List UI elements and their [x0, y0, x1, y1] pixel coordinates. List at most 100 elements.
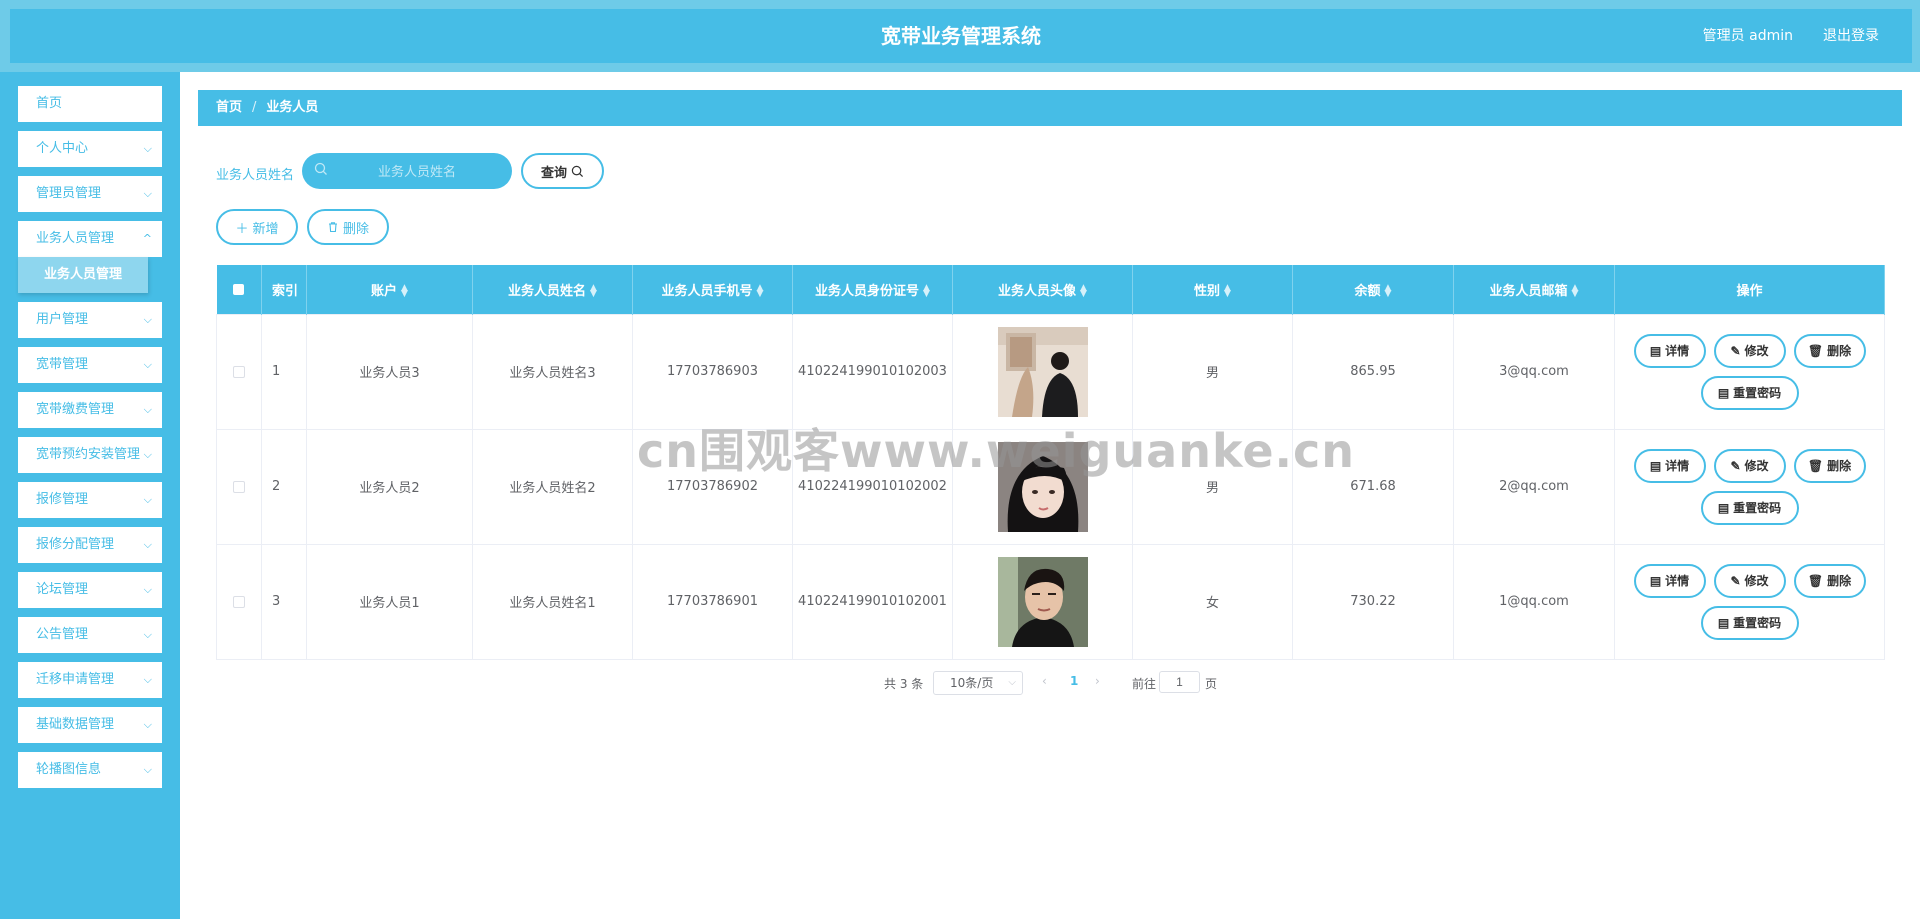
admin-label: 管理员 admin	[1702, 28, 1793, 44]
sidebar-item-carousel-info[interactable]: 轮播图信息 ⌵	[18, 752, 162, 788]
reset-password-button-label: 重置密码	[1733, 501, 1782, 515]
page-size-select[interactable]: 10条/页 ⌵	[933, 671, 1023, 695]
search-label: 业务人员姓名	[216, 168, 295, 183]
chevron-down-icon: ⌵	[143, 358, 152, 371]
row-checkbox[interactable]	[233, 365, 245, 378]
cell-balance: 865.95	[1292, 313, 1454, 430]
column-header-email[interactable]: 业务人员邮箱 ▲ ▼	[1453, 265, 1615, 314]
cell-index: 3	[261, 543, 307, 660]
sort-icon[interactable]: ▲ ▼	[1224, 284, 1231, 299]
sidebar-subitem-staff-management[interactable]: 业务人员管理	[18, 257, 148, 293]
document-icon: ▤	[1649, 343, 1662, 358]
sidebar-item-personal-center[interactable]: 个人中心 ⌵	[18, 131, 162, 167]
sidebar-item-install-booking-management[interactable]: 宽带预约安装管理 ⌵	[18, 437, 162, 473]
query-button[interactable]: 查询	[521, 153, 604, 189]
column-header-account[interactable]: 账户 ▲ ▼	[306, 265, 473, 314]
reset-password-button[interactable]: ▤ 重置密码	[1700, 605, 1799, 640]
sort-icon[interactable]: ▲ ▼	[757, 284, 764, 299]
cell-name: 业务人员姓名1	[472, 543, 633, 660]
row-select-cell[interactable]	[216, 543, 262, 660]
sort-icon[interactable]: ▲ ▼	[923, 284, 930, 299]
sort-icon[interactable]: ▲ ▼	[590, 284, 597, 299]
avatar[interactable]	[997, 326, 1088, 417]
delete-button[interactable]: 🗑 删除	[1793, 563, 1866, 598]
sidebar-item-repair-assignment[interactable]: 报修分配管理 ⌵	[18, 527, 162, 563]
detail-button[interactable]: ▤ 详情	[1633, 333, 1706, 368]
sidebar-item-payment-management[interactable]: 宽带缴费管理 ⌵	[18, 392, 162, 428]
sidebar-item-label: 宽带缴费管理	[36, 402, 115, 417]
column-header-id-card[interactable]: 业务人员身份证号 ▲ ▼	[792, 265, 953, 314]
column-header-label: 业务人员头像	[998, 283, 1077, 299]
reset-password-button-label: 重置密码	[1733, 386, 1782, 400]
logout-link[interactable]: 退出登录	[1823, 9, 1879, 63]
edit-button-label: 修改	[1744, 574, 1769, 588]
edit-button[interactable]: ✎ 修改	[1713, 448, 1786, 483]
column-header-phone[interactable]: 业务人员手机号 ▲ ▼	[632, 265, 793, 314]
sidebar-item-label: 宽带预约安装管理	[36, 447, 141, 462]
search-icon	[571, 165, 584, 177]
cell-email: 3@qq.com	[1453, 313, 1615, 430]
select-all-checkbox[interactable]	[233, 283, 245, 295]
search-icon	[314, 162, 327, 175]
delete-button[interactable]: 🗑 删除	[1793, 448, 1866, 483]
reset-password-button[interactable]: ▤ 重置密码	[1700, 375, 1799, 410]
sidebar-item-label: 管理员管理	[36, 186, 102, 201]
avatar[interactable]	[997, 556, 1088, 647]
sidebar-item-label: 首页	[36, 96, 63, 111]
sort-icon[interactable]: ▲ ▼	[1080, 284, 1087, 299]
sidebar-item-label: 公告管理	[36, 627, 89, 642]
batch-delete-button[interactable]: 删除	[307, 209, 389, 245]
trash-icon	[328, 222, 337, 233]
cell-name: 业务人员姓名2	[472, 428, 633, 545]
sidebar-item-notice-management[interactable]: 公告管理 ⌵	[18, 617, 162, 653]
sidebar-item-forum-management[interactable]: 论坛管理 ⌵	[18, 572, 162, 608]
sidebar-item-repair-management[interactable]: 报修管理 ⌵	[18, 482, 162, 518]
row-checkbox[interactable]	[233, 595, 245, 608]
watermark: cn围观客www.weiguanke.cn	[637, 424, 1356, 478]
add-button[interactable]: ＋新增	[216, 209, 298, 245]
column-header-label: 操作	[1736, 283, 1763, 299]
pencil-icon: ✎	[1730, 458, 1741, 473]
column-header-name[interactable]: 业务人员姓名 ▲ ▼	[472, 265, 633, 314]
edit-button[interactable]: ✎ 修改	[1713, 333, 1786, 368]
sort-icon[interactable]: ▲ ▼	[401, 284, 408, 299]
sidebar-item-admin-management[interactable]: 管理员管理 ⌵	[18, 176, 162, 212]
cell-account: 业务人员2	[306, 428, 473, 545]
sort-icon[interactable]: ▲ ▼	[1385, 284, 1392, 299]
sort-icon[interactable]: ▲ ▼	[1572, 284, 1579, 299]
delete-button-label: 删除	[1827, 574, 1852, 588]
pagination: 共 3 条 10条/页 ⌵ ‹ 1 › 前往 页	[0, 671, 1920, 695]
detail-button[interactable]: ▤ 详情	[1633, 448, 1706, 483]
select-all-cell[interactable]	[216, 265, 262, 314]
column-header-avatar[interactable]: 业务人员头像 ▲ ▼	[952, 265, 1133, 314]
sidebar-item-broadband-management[interactable]: 宽带管理 ⌵	[18, 347, 162, 383]
delete-button[interactable]: 🗑 删除	[1793, 333, 1866, 368]
row-select-cell[interactable]	[216, 428, 262, 545]
breadcrumb-home[interactable]: 首页	[216, 100, 242, 115]
column-header-gender[interactable]: 性别 ▲ ▼	[1132, 265, 1293, 314]
pencil-icon: ✎	[1730, 343, 1741, 358]
prev-page-button[interactable]: ‹	[1042, 674, 1047, 688]
sidebar-item-staff-management[interactable]: 业务人员管理 ^	[18, 221, 162, 257]
detail-button-label: 详情	[1665, 344, 1690, 358]
document-icon: ▤	[1649, 573, 1662, 588]
goto-page-input[interactable]	[1159, 671, 1200, 693]
sidebar-item-basic-data-management[interactable]: 基础数据管理 ⌵	[18, 707, 162, 743]
sidebar-item-home[interactable]: 首页	[18, 86, 162, 122]
sidebar-item-user-management[interactable]: 用户管理 ⌵	[18, 302, 162, 338]
document-icon: ▤	[1717, 385, 1730, 400]
column-header-label: 业务人员姓名	[508, 283, 587, 299]
row-checkbox[interactable]	[233, 480, 245, 493]
detail-button[interactable]: ▤ 详情	[1633, 563, 1706, 598]
column-header-label: 业务人员邮箱	[1489, 283, 1568, 299]
document-icon: ▤	[1717, 615, 1730, 630]
column-header-balance[interactable]: 余额 ▲ ▼	[1292, 265, 1454, 314]
cell-gender: 女	[1132, 543, 1293, 660]
column-header-label: 业务人员身份证号	[815, 283, 920, 299]
page-number-current[interactable]: 1	[1070, 674, 1078, 688]
next-page-button[interactable]: ›	[1095, 674, 1100, 688]
edit-button[interactable]: ✎ 修改	[1713, 563, 1786, 598]
search-input[interactable]	[302, 153, 512, 189]
row-select-cell[interactable]	[216, 313, 262, 430]
reset-password-button[interactable]: ▤ 重置密码	[1700, 490, 1799, 525]
